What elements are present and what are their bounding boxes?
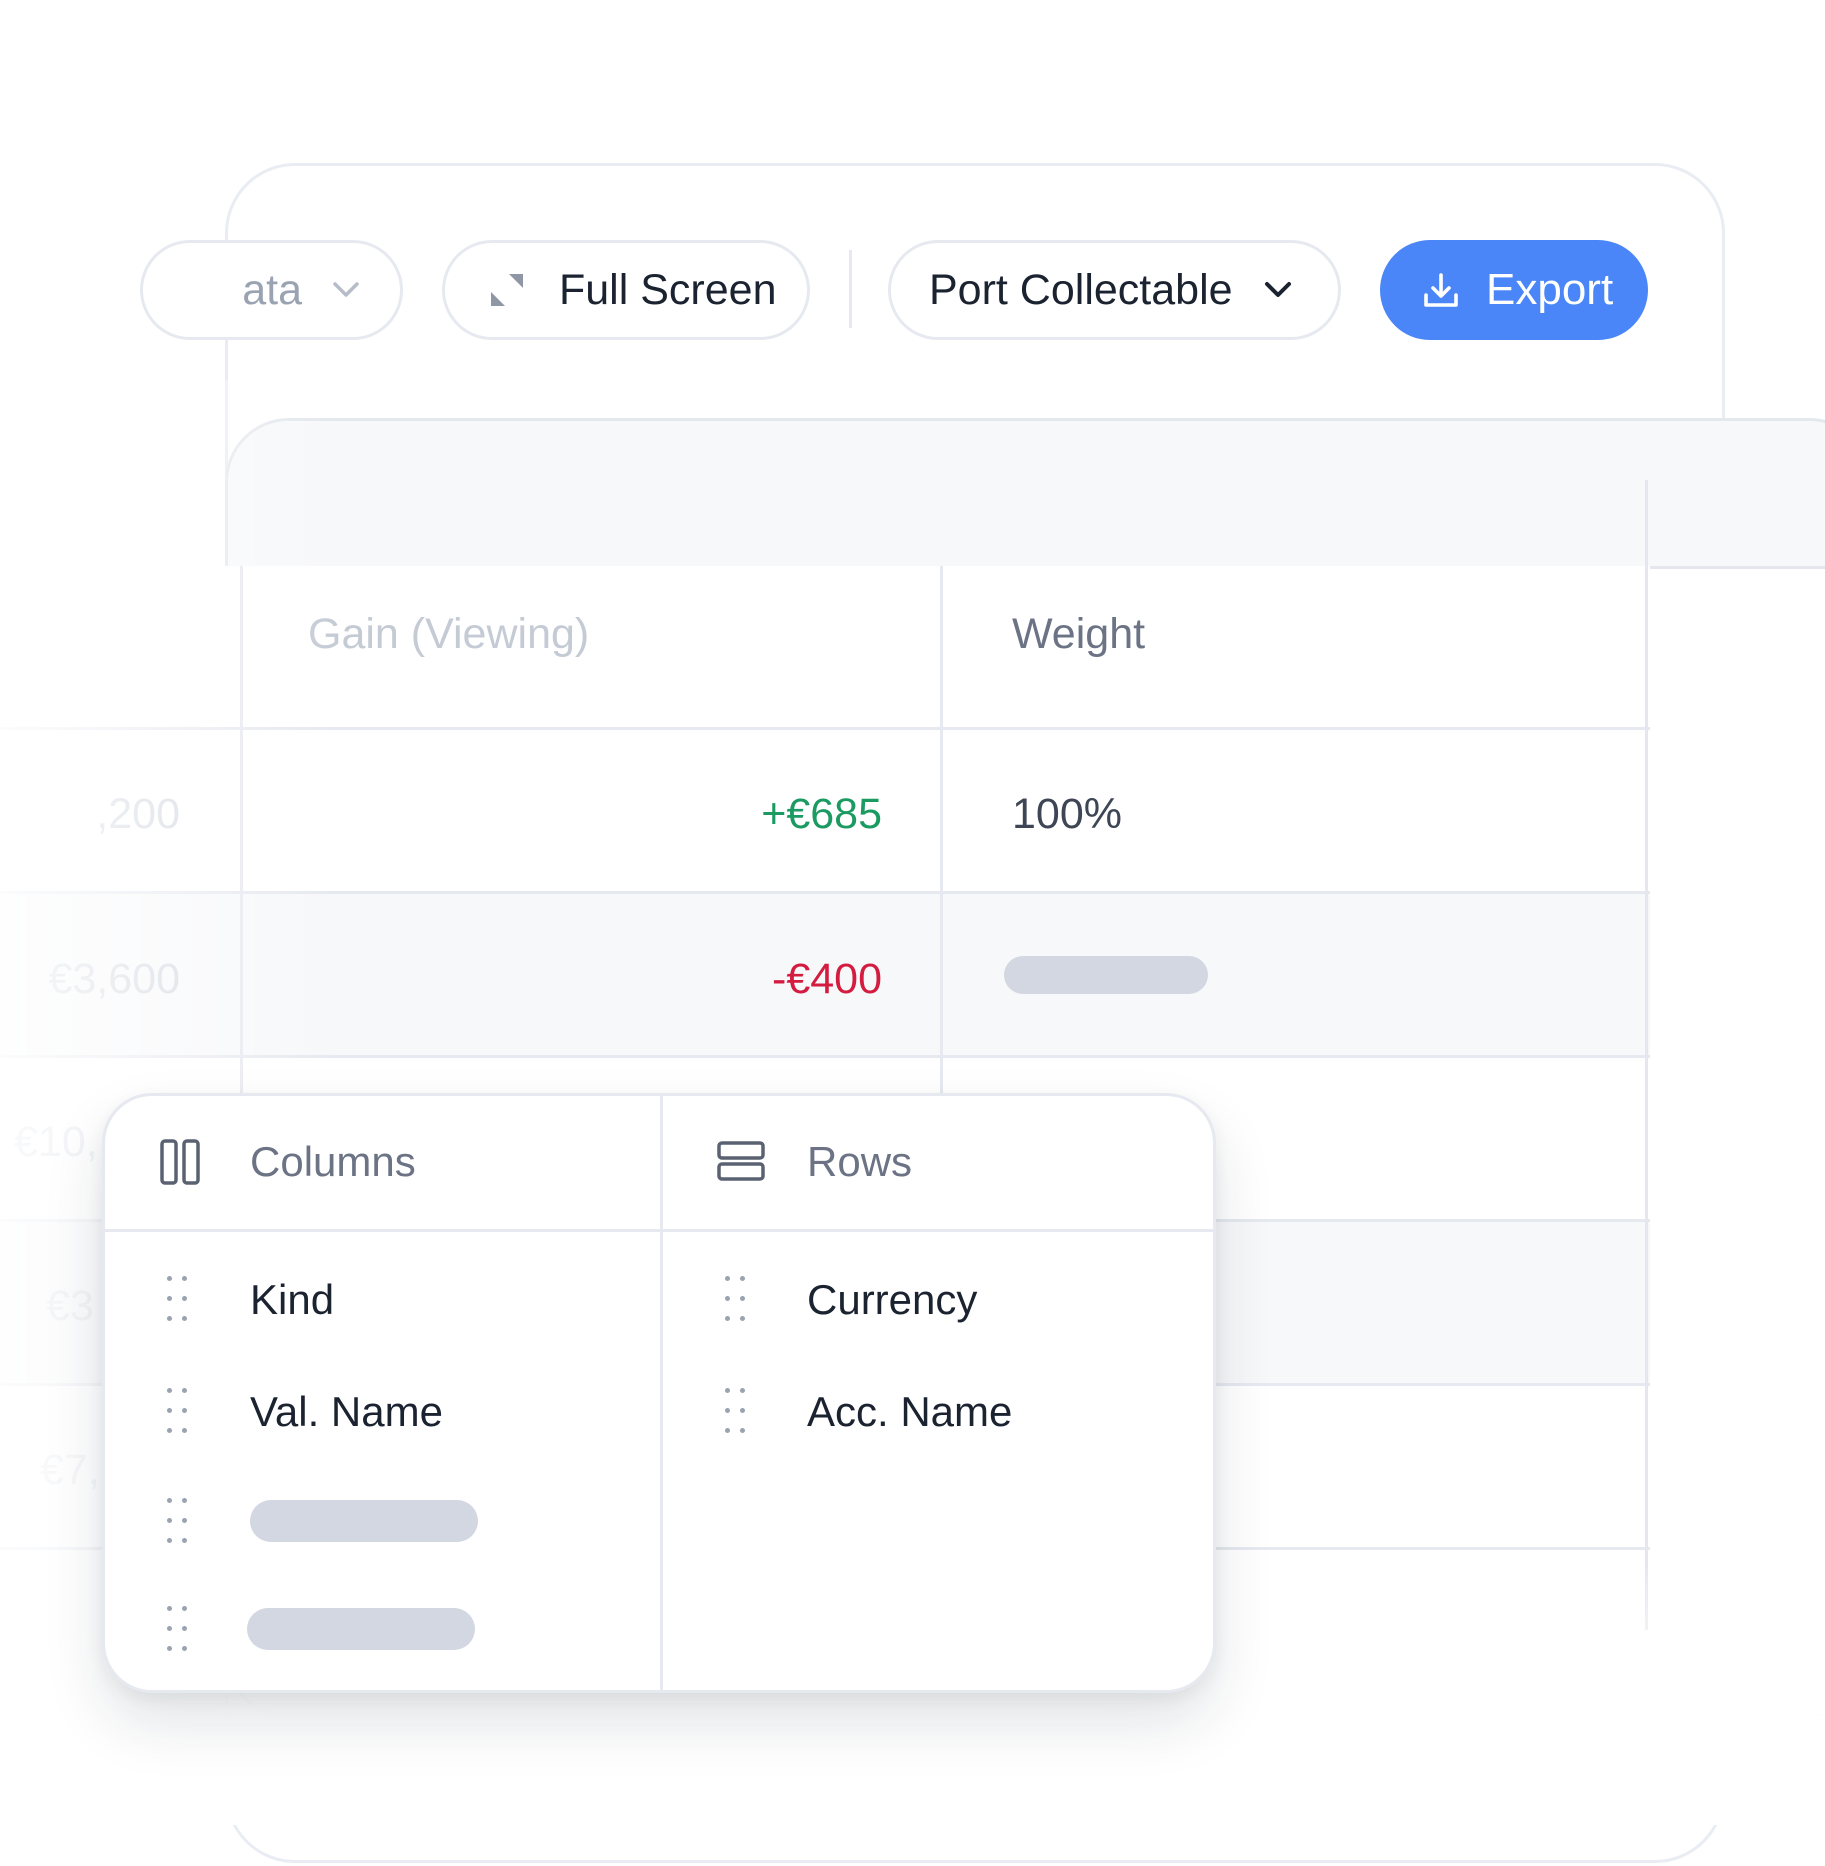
data-dropdown-label: ata [242,265,302,314]
cell-value: €7, [40,1446,100,1494]
rows-icon [717,1141,765,1181]
portfolio-label: Port Collectable [929,265,1233,314]
column-divider [240,566,243,1126]
portfolio-dropdown[interactable]: Port Collectable [888,240,1341,340]
panel-edge [1645,480,1648,1630]
card-divider [105,1229,1213,1232]
expand-icon [491,274,523,306]
columns-title: Columns [250,1138,416,1185]
column-divider [940,566,943,1126]
export-label: Export [1486,265,1614,314]
drag-handle-icon[interactable] [167,1276,191,1322]
export-button[interactable]: Export [1380,240,1648,340]
weight-placeholder-bar [1004,956,1208,994]
placeholder-bar [247,1608,475,1650]
download-icon [1424,273,1458,307]
column-header-gain[interactable]: Gain (Viewing) [308,610,589,659]
cell-value: ,200 [96,790,180,838]
toolbar-divider [849,250,852,328]
chevron-down-icon [333,282,359,297]
drag-handle-icon[interactable] [167,1388,191,1434]
gain-value-positive: +€685 [761,790,882,838]
gain-value-negative: -€400 [772,955,882,1003]
table-header-row [0,566,1650,730]
column-field-item[interactable]: Kind [250,1276,334,1324]
drag-handle-icon[interactable] [725,1388,749,1434]
rows-title: Rows [807,1138,913,1185]
row-field-item[interactable]: Currency [807,1276,977,1324]
drag-handle-icon[interactable] [725,1276,749,1322]
card-divider [660,1096,663,1690]
columns-icon [160,1139,200,1185]
cell-value: €3 [46,1282,94,1330]
fullscreen-label: Full Screen [559,265,777,314]
weight-value: 100% [1012,790,1122,838]
column-header-weight[interactable]: Weight [1012,610,1145,659]
pivot-config-card: Columns Rows Kind Val. Name Currency Acc… [102,1093,1216,1693]
row-field-item[interactable]: Acc. Name [807,1388,1012,1436]
data-dropdown[interactable]: ata [140,240,403,340]
fullscreen-button[interactable]: Full Screen [442,240,810,340]
drag-handle-icon[interactable] [167,1498,191,1544]
column-field-item[interactable]: Val. Name [250,1388,443,1436]
cell-value: €3,600 [48,955,180,1003]
chevron-down-icon [1264,282,1291,297]
cell-value: €10, [14,1118,98,1166]
table-top-bar [228,421,1825,569]
drag-handle-icon[interactable] [167,1606,191,1652]
placeholder-bar [250,1500,478,1542]
